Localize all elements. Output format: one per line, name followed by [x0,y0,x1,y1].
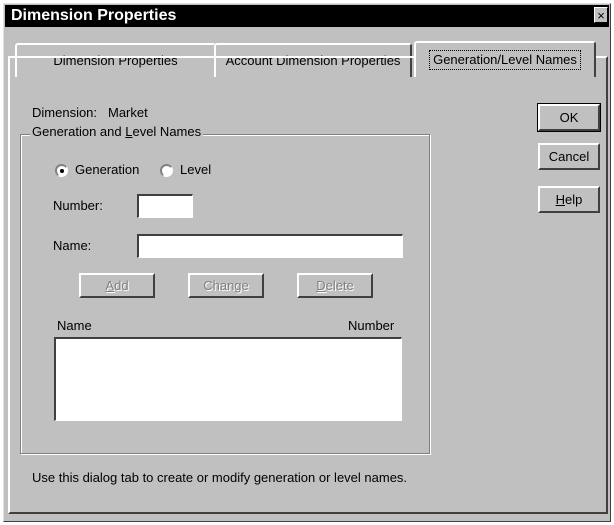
help-button[interactable]: Help [538,186,600,213]
name-label: Name: [53,238,92,253]
groupbox-title: Generation and Level Names [30,124,204,139]
delete-button-label: Delete [316,278,354,293]
cancel-button-label: Cancel [548,149,590,164]
generation-radio-label[interactable]: Generation [75,162,139,177]
list-header-name: Name [57,318,92,333]
help-button-label: Help [555,192,583,207]
delete-button[interactable]: Delete [297,273,373,298]
close-icon: × [597,8,605,23]
number-field[interactable] [137,194,193,218]
dimension-label: Dimension: [32,105,98,120]
number-label: Number: [53,198,103,213]
level-radio-label[interactable]: Level [180,162,211,177]
change-button-label: Change [203,278,249,293]
ok-button[interactable]: OK [537,103,601,132]
level-radio[interactable] [160,164,173,177]
generation-radio[interactable] [55,164,68,177]
add-button-label: Add [105,278,129,293]
cancel-button[interactable]: Cancel [538,143,600,170]
hint-text: Use this dialog tab to create or modify … [32,470,408,485]
tab-label: Generation/Level Names [429,50,581,70]
tab-generation-level-names[interactable]: Generation/Level Names [414,41,596,77]
change-button[interactable]: Change [188,273,264,298]
name-field[interactable] [137,234,403,258]
list-header-number: Number [348,318,395,333]
ok-button-label: OK [559,110,579,125]
close-button[interactable]: × [594,7,608,23]
title-bar[interactable]: Dimension Properties × [5,5,609,27]
add-button[interactable]: Add [79,273,155,298]
dimension-value: Market [108,105,148,120]
window-title: Dimension Properties [11,7,177,24]
names-listbox[interactable] [54,337,402,421]
